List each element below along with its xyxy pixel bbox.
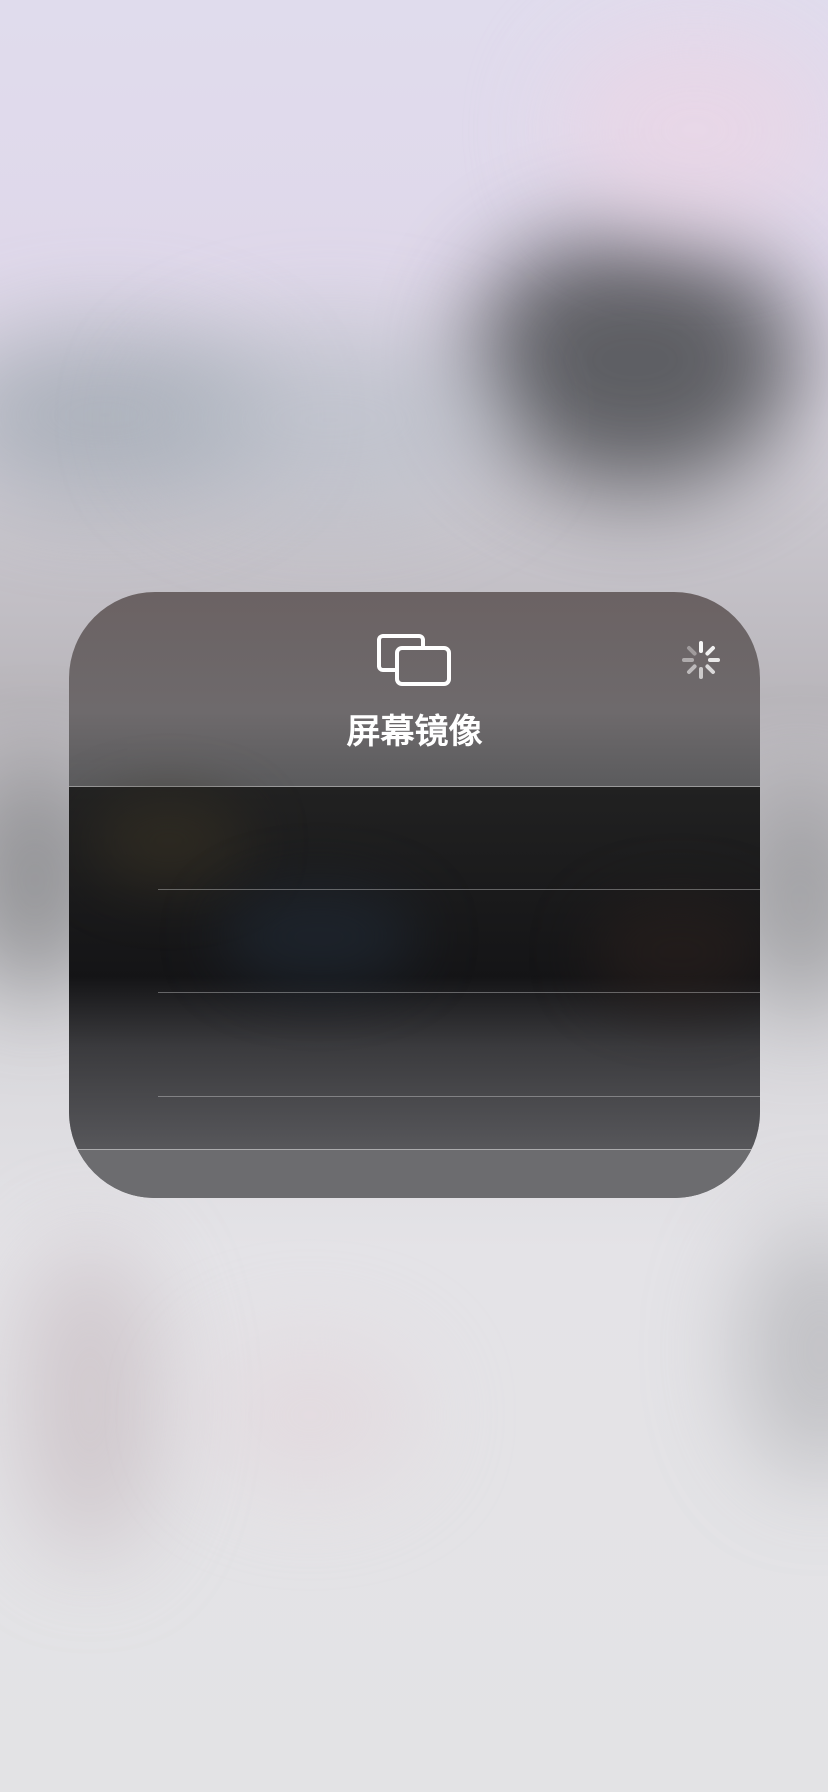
- panel-title: 屏幕镜像: [346, 712, 483, 752]
- device-row-empty: [69, 787, 760, 890]
- panel-header: 屏幕镜像: [69, 592, 760, 786]
- screen-mirroring-icon: [377, 634, 451, 686]
- row-divider: [158, 1096, 760, 1097]
- row-divider: [158, 992, 760, 993]
- background-blur-shape: [20, 1240, 160, 1560]
- device-row-empty: [69, 994, 760, 1097]
- device-row-empty: [69, 890, 760, 993]
- background-blur-shape: [740, 1220, 828, 1480]
- device-list: [69, 787, 760, 1150]
- loading-spinner-icon: [682, 641, 720, 679]
- background-blur-shape: [470, 230, 800, 490]
- screen-mirroring-panel: 屏幕镜像: [69, 592, 760, 1198]
- panel-footer: [69, 1150, 760, 1198]
- background-blur-shape: [200, 1340, 420, 1490]
- background-blur-shape: [150, 330, 510, 510]
- background-blur-shape: [560, 30, 828, 230]
